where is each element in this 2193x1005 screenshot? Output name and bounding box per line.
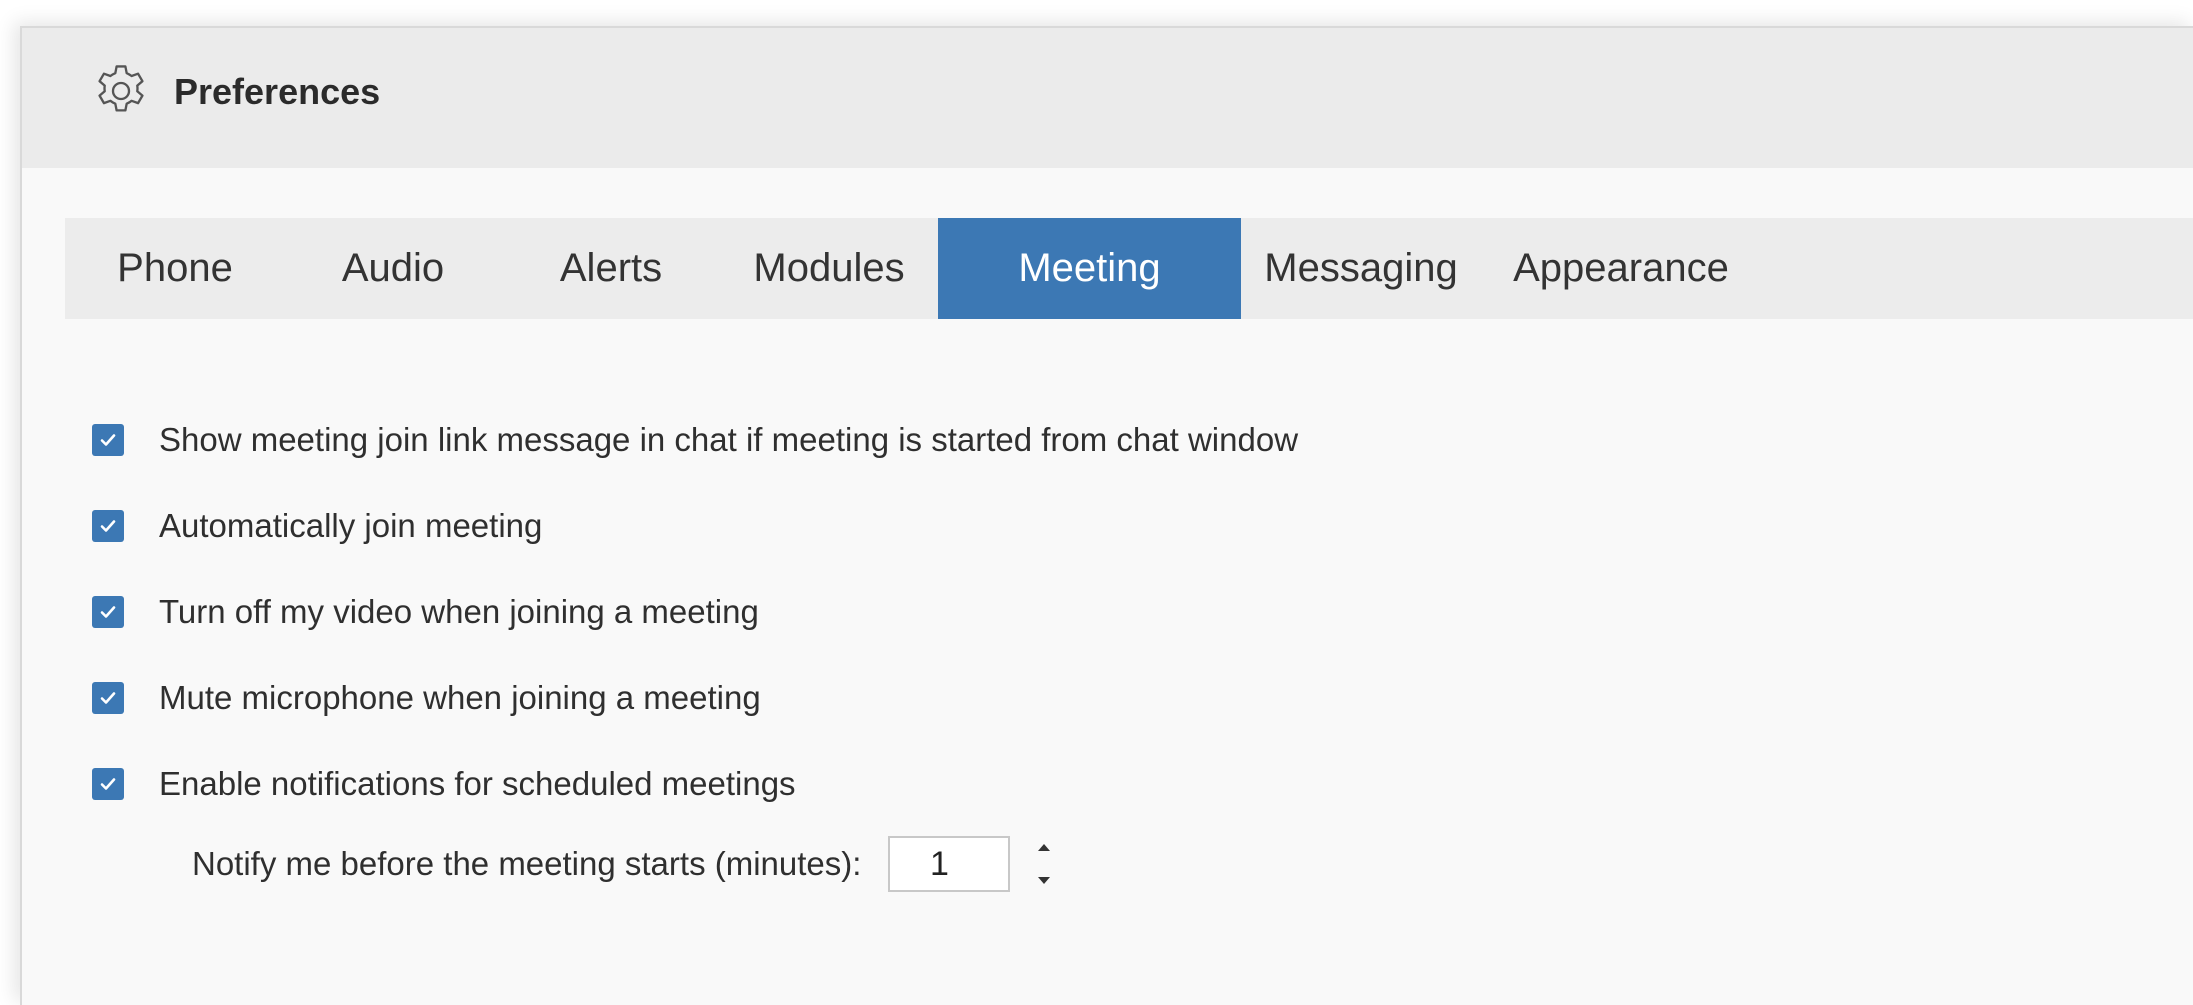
checkmark-icon (100, 606, 116, 618)
option-label: Mute microphone when joining a meeting (159, 679, 761, 716)
option-label: Automatically join meeting (159, 507, 543, 544)
tab-audio[interactable]: Audio (284, 218, 502, 319)
notify-minutes-input[interactable] (888, 836, 1011, 892)
tab-messaging[interactable]: Messaging (1241, 218, 1481, 319)
tab-appearance[interactable]: Appearance (1481, 218, 1761, 319)
tab-bar: Phone Audio Alerts Modules Meeting Messa… (65, 218, 2193, 319)
minutes-stepper[interactable] (1030, 834, 1058, 894)
checkmark-icon (100, 520, 116, 532)
title-bar: Preferences (22, 28, 2193, 168)
option-mute-mic[interactable]: Mute microphone when joining a meeting (92, 678, 761, 718)
tab-modules[interactable]: Modules (720, 218, 938, 319)
option-label: Enable notifications for scheduled meeti… (159, 765, 796, 802)
checkmark-icon (100, 434, 116, 446)
checkmark-icon (100, 778, 116, 790)
notify-before-row: Notify me before the meeting starts (min… (192, 834, 1058, 894)
preferences-window: Preferences Phone Audio Alerts Modules M… (20, 26, 2193, 1005)
checkbox[interactable] (92, 682, 124, 714)
option-label: Show meeting join link message in chat i… (159, 421, 1299, 458)
tab-phone[interactable]: Phone (65, 218, 285, 319)
option-auto-join[interactable]: Automatically join meeting (92, 506, 542, 546)
option-show-join-link[interactable]: Show meeting join link message in chat i… (92, 420, 1298, 460)
option-video-off[interactable]: Turn off my video when joining a meeting (92, 592, 759, 632)
gear-icon (98, 65, 144, 112)
checkbox[interactable] (92, 510, 124, 542)
notify-before-label: Notify me before the meeting starts (min… (192, 845, 862, 882)
option-label: Turn off my video when joining a meeting (159, 593, 759, 630)
stepper-up-icon[interactable] (1030, 834, 1058, 860)
checkbox[interactable] (92, 424, 124, 456)
stepper-down-icon[interactable] (1030, 868, 1058, 894)
window-title: Preferences (174, 71, 381, 112)
checkbox[interactable] (92, 768, 124, 800)
checkbox[interactable] (92, 596, 124, 628)
tab-meeting[interactable]: Meeting (938, 218, 1241, 319)
tab-alerts[interactable]: Alerts (502, 218, 720, 319)
option-notifications[interactable]: Enable notifications for scheduled meeti… (92, 764, 796, 804)
checkmark-icon (100, 692, 116, 704)
